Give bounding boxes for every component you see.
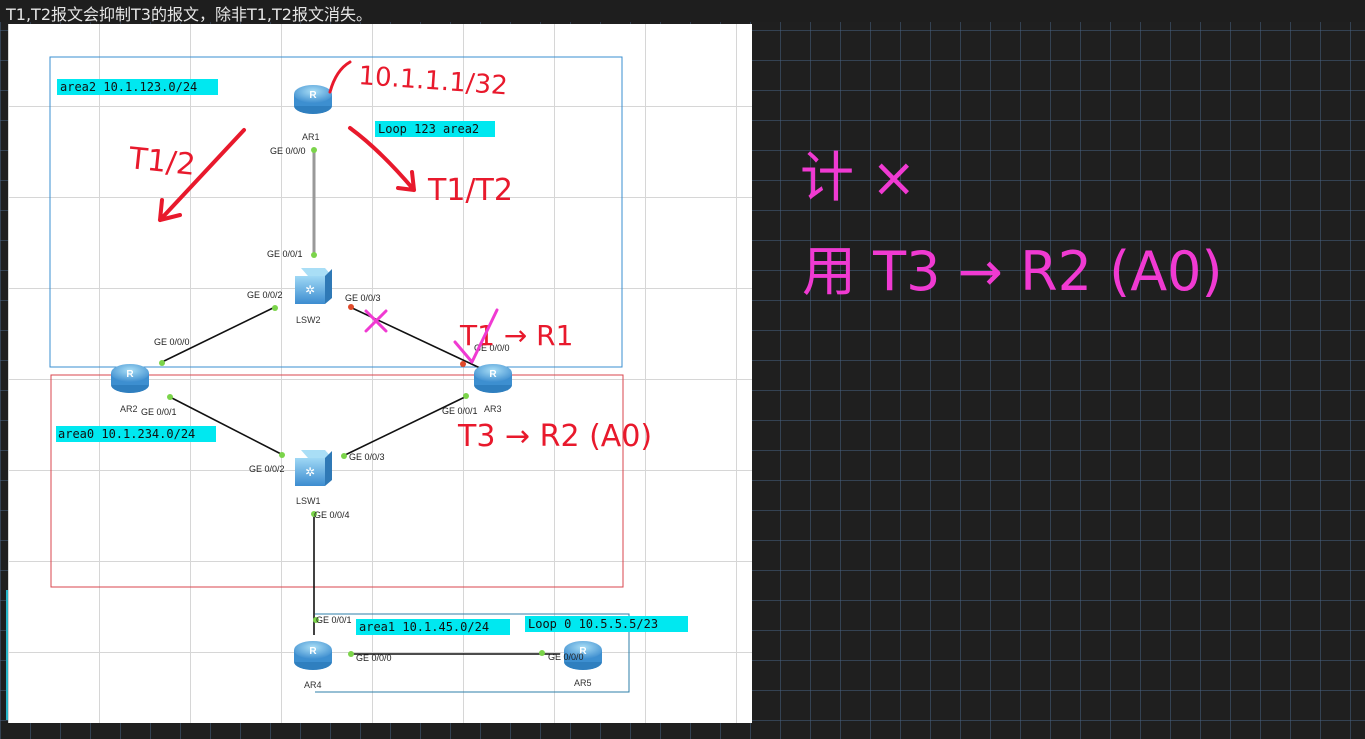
tag-loop0-text: Loop 0 10.5.5.5/23 [528, 617, 658, 631]
tag-area0: area0 10.1.234.0/24 [56, 426, 216, 442]
port-lsw1-g003: GE 0/0/3 [349, 452, 385, 462]
link-ar3-lsw1 [342, 395, 468, 457]
ann-t3-r2: T3 → R2 (A0) [457, 419, 652, 454]
port-lsw2-g002: GE 0/0/2 [247, 290, 283, 300]
network-topology: R R R R R ✲ ✲ AR1 AR2 AR3 AR4 AR5 LSW2 L… [49, 56, 1223, 693]
port-ar5-g000: GE 0/0/0 [548, 652, 584, 662]
tag-area2: area2 10.1.123.0/24 [57, 79, 218, 95]
svg-text:R: R [489, 369, 497, 380]
port-ar2-g000: GE 0/0/0 [154, 337, 190, 347]
svg-text:R: R [309, 646, 317, 657]
pink-notes: 计 × 用 T3 → R2 (A0) [800, 146, 1223, 303]
port-ar3-g001: GE 0/0/1 [442, 406, 478, 416]
port-dots [159, 147, 545, 657]
router-ar1[interactable]: R [294, 85, 332, 114]
note-line2: 用 T3 → R2 (A0) [802, 240, 1223, 303]
tag-loop0: Loop 0 10.5.5.5/23 [525, 616, 688, 632]
ann-ip: 10.1.1.1/32 [358, 61, 509, 101]
tag-loop123: Loop 123 area2 [375, 121, 495, 137]
ip-pointer-stroke [328, 60, 352, 94]
port-dot-down-ar3 [460, 361, 466, 367]
port-ar4-g001: GE 0/0/1 [316, 615, 352, 625]
router-ar2[interactable]: R [111, 364, 149, 393]
cross-mark [364, 309, 388, 333]
tag-area1-text: area1 10.1.45.0/24 [359, 620, 489, 634]
tag-area1: area1 10.1.45.0/24 [356, 619, 510, 635]
tag-loop123-text: Loop 123 area2 [378, 122, 479, 136]
label-ar5: AR5 [574, 678, 592, 688]
label-ar1: AR1 [302, 132, 320, 142]
label-ar3: AR3 [484, 404, 502, 414]
port-ar4-g000: GE 0/0/0 [356, 653, 392, 663]
arrow-right-down [348, 126, 416, 192]
link-ar2-lsw1 [167, 395, 284, 456]
link-lsw2-ar2 [159, 306, 276, 364]
svg-text:✲: ✲ [305, 465, 315, 479]
label-lsw2: LSW2 [296, 315, 321, 325]
switch-lsw1[interactable]: ✲ [295, 450, 332, 486]
port-lsw1-g002: GE 0/0/2 [249, 464, 285, 474]
port-lsw2-g003: GE 0/0/3 [345, 293, 381, 303]
port-ar2-g001: GE 0/0/1 [141, 407, 177, 417]
svg-text:R: R [309, 90, 317, 101]
label-ar4: AR4 [304, 680, 322, 690]
label-lsw1: LSW1 [296, 496, 321, 506]
svg-text:✲: ✲ [305, 283, 315, 297]
red-annotations: 10.1.1.1/32 T1/2 T1/T2 T1 → R1 T3 → R2 (… [126, 60, 652, 454]
router-ar3[interactable]: R [474, 364, 512, 393]
tag-area2-text: area2 10.1.123.0/24 [60, 80, 197, 94]
port-dot-down [348, 304, 354, 310]
ann-t1-r1: T1 → R1 [459, 319, 573, 352]
port-ar1-g000: GE 0/0/0 [270, 146, 306, 156]
svg-text:R: R [126, 369, 134, 380]
switch-lsw2[interactable]: ✲ [295, 268, 332, 304]
port-lsw1-g004: GE 0/0/4 [314, 510, 350, 520]
router-ar4[interactable]: R [294, 641, 332, 670]
port-lsw2-g001: GE 0/0/1 [267, 249, 303, 259]
label-ar2: AR2 [120, 404, 138, 414]
tag-area0-text: area0 10.1.234.0/24 [58, 427, 195, 441]
ann-t12-right: T1/T2 [427, 173, 513, 208]
ann-t12-left: T1/2 [126, 141, 197, 183]
note-line1: 计 × [800, 146, 916, 209]
